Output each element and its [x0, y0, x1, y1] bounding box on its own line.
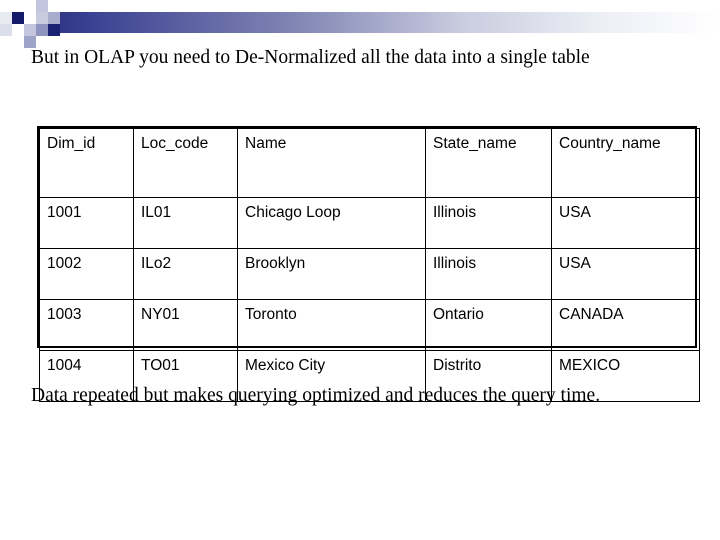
column-header-loc-code: Loc_code	[133, 128, 238, 198]
cell-name: Chicago Loop	[237, 197, 426, 249]
cell-country-name: USA	[551, 197, 700, 249]
header-square	[24, 24, 36, 36]
cell-dim-id: 1002	[39, 248, 134, 300]
cell-dim-id: 1003	[39, 299, 134, 351]
header-gradient-bar	[36, 12, 720, 33]
cell-state-name: Ontario	[425, 299, 552, 351]
header-square	[48, 24, 60, 36]
cell-loc-code: ILo2	[133, 248, 238, 300]
column-header-country-name: Country_name	[551, 128, 700, 198]
header-square	[12, 0, 24, 12]
header-square	[24, 12, 36, 24]
table-row: 1003 NY01 Toronto Ontario CANADA	[39, 299, 700, 351]
cell-loc-code: IL01	[133, 197, 238, 249]
header-square	[36, 24, 48, 36]
header-square	[12, 12, 24, 24]
header-square	[48, 0, 60, 12]
cell-name: Brooklyn	[237, 248, 426, 300]
cell-dim-id: 1001	[39, 197, 134, 249]
table-header-row: Dim_id Loc_code Name State_name Country_…	[39, 128, 700, 198]
cell-name: Toronto	[237, 299, 426, 351]
cell-state-name: Illinois	[425, 197, 552, 249]
denormalized-dimension-table: Dim_id Loc_code Name State_name Country_…	[37, 126, 700, 402]
cell-loc-code: NY01	[133, 299, 238, 351]
summary-paragraph: Data repeated but makes querying optimiz…	[31, 385, 601, 406]
table-row: 1001 IL01 Chicago Loop Illinois USA	[39, 197, 700, 249]
cell-country-name: USA	[551, 248, 700, 300]
header-square	[48, 12, 60, 24]
header-square	[36, 12, 48, 24]
header-square	[12, 24, 24, 36]
cell-state-name: Illinois	[425, 248, 552, 300]
column-header-dim-id: Dim_id	[39, 128, 134, 198]
header-square	[36, 0, 48, 12]
header-square	[0, 24, 12, 36]
header-square	[0, 36, 12, 48]
table-row: 1002 ILo2 Brooklyn Illinois USA	[39, 248, 700, 300]
intro-paragraph: But in OLAP you need to De-Normalized al…	[31, 47, 590, 68]
header-square	[0, 12, 12, 24]
cell-country-name: CANADA	[551, 299, 700, 351]
header-square	[12, 36, 24, 48]
header-square	[24, 0, 36, 12]
header-square	[0, 0, 12, 12]
slide-header-decoration	[0, 0, 720, 48]
column-header-state-name: State_name	[425, 128, 552, 198]
column-header-name: Name	[237, 128, 426, 198]
